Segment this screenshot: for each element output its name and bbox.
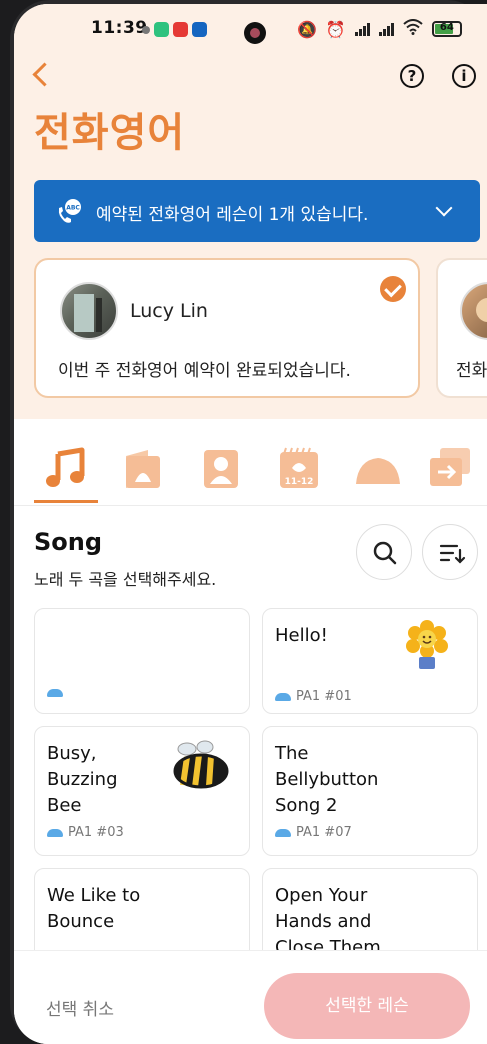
cloud-icon [275,692,291,701]
song-card[interactable]: Busy, Buzzing Bee PA1 #03 [34,726,250,856]
app-screen: 11:39 🔕 ⏰ 64 ? i 전화영어 ABC 예약된 전화영어 레슨이 1… [14,4,487,1044]
app-red-icon [173,22,188,37]
phone-call-icon: ABC [58,199,81,223]
tutor-name: Lucy Lin [130,300,208,322]
song-grid: Hello! PA1 #01 Busy, Buzzing Bee PA1 #03… [14,602,487,950]
avatar [60,282,118,340]
cloud-icon [275,828,291,837]
song-code [47,689,68,697]
page-title: 전화영어 [34,110,186,156]
tutor-card-next[interactable]: 전화 [436,258,487,398]
status-app-icons [142,22,207,37]
svg-text:11-12: 11-12 [285,477,314,487]
music-note-icon[interactable] [42,444,90,492]
song-title: Busy, Buzzing Bee [47,743,118,816]
song-code: PA1 #07 [275,825,352,840]
section-subtitle: 노래 두 곡을 선택해주세요. [34,570,217,589]
bee-icon [173,740,229,789]
app-green-icon [154,22,169,37]
song-title: Open Your Hands and Close Them [275,885,381,950]
song-card[interactable]: We Like to Bounce [34,868,250,950]
song-card[interactable] [34,608,250,714]
help-icon[interactable]: ? [400,64,424,88]
front-camera [244,22,266,44]
alarm-icon: ⏰ [325,19,346,39]
info-icon[interactable]: i [452,64,476,88]
app-blue-icon [192,22,207,37]
category-tabs: 11-12 [14,436,487,506]
song-card[interactable]: The Bellybutton Song 2 PA1 #07 [262,726,478,856]
dot-icon [142,26,150,34]
calendar-icon[interactable]: 11-12 [276,444,324,492]
tab-selected-indicator [34,500,98,503]
chevron-down-icon[interactable] [435,199,453,217]
song-card[interactable]: Hello! PA1 #01 [262,608,478,714]
bottom-action-bar: 선택 취소 선택한 레슨 [14,950,487,1044]
song-card[interactable]: Open Your Hands and Close Them [262,868,478,950]
signal-icon [354,22,370,36]
song-code: PA1 #03 [47,825,124,840]
status-bar: 11:39 🔕 ⏰ 64 [14,14,487,48]
search-icon [373,541,397,565]
book-icon[interactable] [120,444,168,492]
sort-button[interactable] [422,524,478,580]
song-title: Hello! [275,625,328,646]
signal-2-icon [378,22,394,36]
tutor-card[interactable]: Lucy Lin 이번 주 전화영어 예약이 완료되었습니다. [34,258,420,398]
cloud-icon [47,689,63,697]
wifi-icon [403,19,423,39]
cloud-icon [47,828,63,837]
reservation-banner[interactable]: ABC 예약된 전화영어 레슨이 1개 있습니다. [34,180,480,242]
selected-lesson-button[interactable]: 선택한 레슨 [264,973,470,1039]
mute-icon: 🔕 [297,19,317,39]
tutor-message: 이번 주 전화영어 예약이 완료되었습니다. [58,361,351,381]
cloud-icon[interactable] [354,444,402,492]
svg-text:ABC: ABC [66,205,80,212]
search-button[interactable] [356,524,412,580]
sort-icon [439,544,466,564]
status-time: 11:39 [91,18,148,38]
battery-level: 64 [439,22,454,33]
back-button[interactable] [28,58,58,92]
sunflower-icon [406,620,448,669]
section-title: Song [34,528,103,556]
tutor-message: 전화 [456,361,487,381]
status-indicators: 🔕 ⏰ 64 [297,19,462,39]
check-icon [380,276,406,302]
battery-icon: 64 [431,21,462,37]
header-area: 11:39 🔕 ⏰ 64 ? i 전화영어 ABC 예약된 전화영어 레슨이 1… [14,4,487,419]
song-title: We Like to Bounce [47,885,141,932]
cards-icon[interactable] [426,444,474,492]
cancel-selection-button[interactable]: 선택 취소 [46,995,114,1020]
picture-book-icon[interactable] [198,444,246,492]
song-title: The Bellybutton Song 2 [275,743,379,816]
avatar [460,282,487,340]
banner-text: 예약된 전화영어 레슨이 1개 있습니다. [96,205,369,225]
song-code: PA1 #01 [275,689,352,704]
